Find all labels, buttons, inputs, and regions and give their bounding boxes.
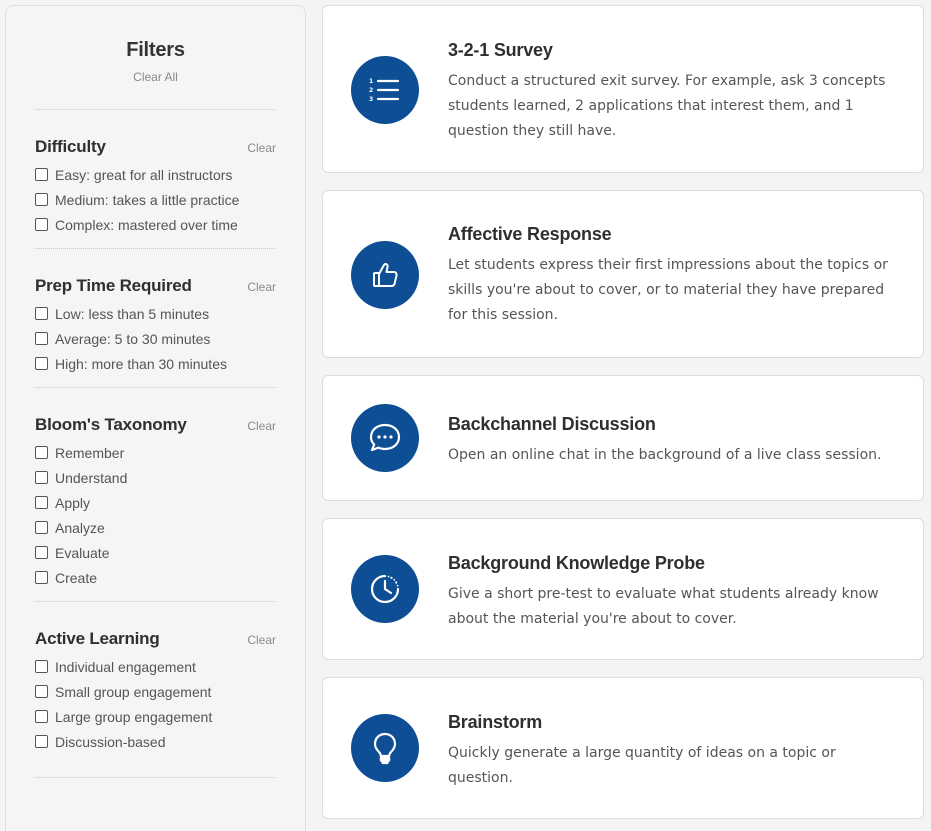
option-label: Easy: great for all instructors xyxy=(55,166,233,183)
option-label: Apply xyxy=(55,494,91,511)
card-description: Conduct a structured exit survey. For ex… xyxy=(448,73,886,139)
svg-text:1: 1 xyxy=(369,78,373,85)
checkbox[interactable] xyxy=(35,193,48,206)
filter-option[interactable]: Discussion-based xyxy=(35,729,276,754)
filters-sidebar: Filters Clear All Difficulty Clear Easy:… xyxy=(5,5,306,831)
checkbox[interactable] xyxy=(35,735,48,748)
divider xyxy=(35,777,276,778)
filter-group-title: Active Learning xyxy=(35,629,160,648)
checkbox[interactable] xyxy=(35,571,48,584)
option-label: Create xyxy=(55,569,98,586)
checkbox[interactable] xyxy=(35,710,48,723)
option-label: Analyze xyxy=(55,519,105,536)
checkbox[interactable] xyxy=(35,446,48,459)
filter-group-header: Active Learning Clear xyxy=(35,629,276,649)
technique-card[interactable]: Affective Response Let students express … xyxy=(322,190,924,358)
filter-group-prep-time: Prep Time Required Clear Low: less than … xyxy=(6,276,305,376)
filter-option[interactable]: Understand xyxy=(35,465,276,490)
filter-option[interactable]: Apply xyxy=(35,490,276,515)
card-title[interactable]: Backchannel Discussion xyxy=(448,414,656,435)
checkbox[interactable] xyxy=(35,685,48,698)
thumbs-up-icon xyxy=(351,241,419,309)
filter-group-title: Difficulty xyxy=(35,137,106,156)
checkbox[interactable] xyxy=(35,546,48,559)
option-label: High: more than 30 minutes xyxy=(55,355,227,372)
card-title[interactable]: Background Knowledge Probe xyxy=(448,553,705,574)
filter-group-active-learning: Active Learning Clear Individual engagem… xyxy=(6,629,305,754)
filter-option[interactable]: High: more than 30 minutes xyxy=(35,351,276,376)
option-label: Evaluate xyxy=(55,544,110,561)
option-label: Medium: takes a little practice xyxy=(55,191,240,208)
filter-group-title: Prep Time Required xyxy=(35,276,192,295)
filter-option[interactable]: Large group engagement xyxy=(35,704,276,729)
option-label: Small group engagement xyxy=(55,683,212,700)
filters-title: Filters xyxy=(126,39,185,61)
card-description: Open an online chat in the background of… xyxy=(448,447,882,463)
svg-text:2: 2 xyxy=(369,87,373,94)
clock-icon xyxy=(351,555,419,623)
clear-active-learning-button[interactable]: Clear xyxy=(247,633,276,647)
filter-option[interactable]: Individual engagement xyxy=(35,654,276,679)
card-title[interactable]: Affective Response xyxy=(448,224,612,245)
filter-option[interactable]: Average: 5 to 30 minutes xyxy=(35,326,276,351)
option-label: Discussion-based xyxy=(55,733,166,750)
numbered-list-icon: 1 2 3 xyxy=(351,56,419,124)
checkbox[interactable] xyxy=(35,307,48,320)
lightbulb-icon xyxy=(351,714,419,782)
filter-group-header: Difficulty Clear xyxy=(35,137,276,157)
technique-card[interactable]: Background Knowledge Probe Give a short … xyxy=(322,518,924,660)
filter-option[interactable]: Easy: great for all instructors xyxy=(35,162,276,187)
clear-difficulty-button[interactable]: Clear xyxy=(247,141,276,155)
filter-group-title: Bloom's Taxonomy xyxy=(35,415,187,434)
filter-group-header: Prep Time Required Clear xyxy=(35,276,276,296)
filter-group-difficulty: Difficulty Clear Easy: great for all ins… xyxy=(6,137,305,237)
checkbox[interactable] xyxy=(35,168,48,181)
filter-option[interactable]: Analyze xyxy=(35,515,276,540)
filters-header: Filters Clear All xyxy=(6,6,305,84)
clear-all-link[interactable]: Clear All xyxy=(6,70,305,84)
filter-option[interactable]: Medium: takes a little practice xyxy=(35,187,276,212)
card-title[interactable]: Brainstorm xyxy=(448,712,542,733)
divider xyxy=(35,248,276,249)
option-label: Average: 5 to 30 minutes xyxy=(55,330,211,347)
option-label: Individual engagement xyxy=(55,658,196,675)
chat-bubble-icon xyxy=(351,404,419,472)
option-label: Large group engagement xyxy=(55,708,213,725)
filter-option[interactable]: Small group engagement xyxy=(35,679,276,704)
card-description: Give a short pre-test to evaluate what s… xyxy=(448,586,879,627)
option-label: Remember xyxy=(55,444,125,461)
card-title[interactable]: 3-2-1 Survey xyxy=(448,40,553,61)
divider xyxy=(35,109,276,110)
option-label: Complex: mastered over time xyxy=(55,216,238,233)
clear-blooms-button[interactable]: Clear xyxy=(247,419,276,433)
divider xyxy=(35,387,276,388)
option-label: Understand xyxy=(55,469,128,486)
clear-prep-time-button[interactable]: Clear xyxy=(247,280,276,294)
divider xyxy=(35,601,276,602)
card-description: Let students express their first impress… xyxy=(448,257,888,323)
checkbox[interactable] xyxy=(35,471,48,484)
checkbox[interactable] xyxy=(35,218,48,231)
checkbox[interactable] xyxy=(35,357,48,370)
filter-option[interactable]: Create xyxy=(35,565,276,590)
filter-option[interactable]: Complex: mastered over time xyxy=(35,212,276,237)
option-label: Low: less than 5 minutes xyxy=(55,305,210,322)
filter-option[interactable]: Evaluate xyxy=(35,540,276,565)
filter-group-header: Bloom's Taxonomy Clear xyxy=(35,415,276,435)
checkbox[interactable] xyxy=(35,496,48,509)
svg-text:3: 3 xyxy=(369,96,373,103)
checkbox[interactable] xyxy=(35,521,48,534)
filter-group-blooms-taxonomy: Bloom's Taxonomy Clear Remember Understa… xyxy=(6,415,305,590)
filter-option[interactable]: Low: less than 5 minutes xyxy=(35,301,276,326)
technique-card[interactable]: 1 2 3 3-2-1 Survey Conduct a structured … xyxy=(322,5,924,173)
checkbox[interactable] xyxy=(35,660,48,673)
checkbox[interactable] xyxy=(35,332,48,345)
technique-card[interactable]: Brainstorm Quickly generate a large quan… xyxy=(322,677,924,819)
card-description: Quickly generate a large quantity of ide… xyxy=(448,745,836,786)
filter-option[interactable]: Remember xyxy=(35,440,276,465)
technique-card[interactable]: Backchannel Discussion Open an online ch… xyxy=(322,375,924,501)
